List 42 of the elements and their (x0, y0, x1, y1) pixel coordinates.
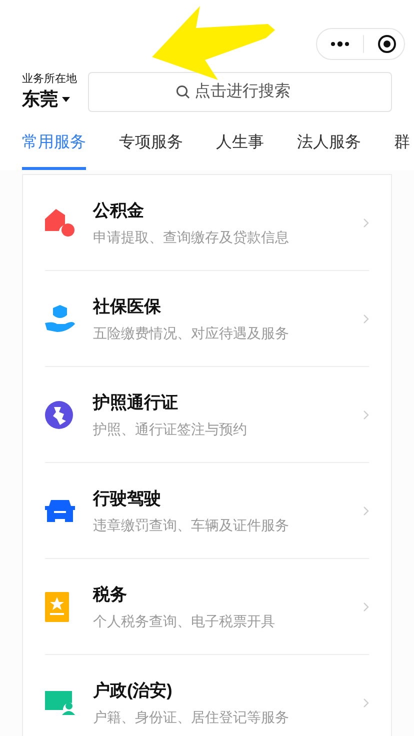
car-icon (45, 498, 75, 524)
chevron-right-icon (363, 410, 369, 420)
service-item[interactable]: 护照通行证 护照、通行证签注与预约 (45, 367, 369, 463)
category-tab[interactable]: 常用服务 (22, 131, 86, 170)
category-tab[interactable]: 专项服务 (119, 131, 183, 170)
service-description: 护照、通行证签注与预约 (93, 420, 248, 438)
more-icon[interactable] (330, 41, 350, 47)
category-tab[interactable]: 人生事 (216, 131, 264, 170)
search-icon (176, 85, 190, 99)
chevron-right-icon (363, 218, 369, 228)
chevron-right-icon (363, 602, 369, 612)
service-item[interactable]: 公积金 申请提取、查询缴存及贷款信息 (45, 175, 369, 271)
city-selector[interactable]: 东莞 (22, 86, 78, 112)
service-title: 公积金 (93, 200, 145, 222)
service-item[interactable]: 户政(治安) 户籍、身份证、居住登记等服务 (45, 655, 369, 736)
service-description: 五险缴费情况、对应待遇及服务 (93, 324, 290, 342)
category-tab[interactable]: 法人服务 (297, 131, 361, 170)
service-title: 户政(治安) (93, 680, 174, 702)
service-item[interactable]: 税务 个人税务查询、电子税票开具 (45, 559, 369, 655)
service-title: 行驶驾驶 (93, 488, 162, 510)
chevron-right-icon (363, 698, 369, 708)
close-target-icon[interactable] (377, 34, 397, 54)
chevron-right-icon (363, 314, 369, 324)
house-icon (45, 208, 75, 236)
service-title: 社保医保 (93, 296, 162, 318)
service-description: 个人税务查询、电子税票开具 (93, 612, 276, 630)
service-title: 护照通行证 (93, 392, 179, 414)
service-item[interactable]: 社保医保 五险缴费情况、对应待遇及服务 (45, 271, 369, 367)
service-description: 申请提取、查询缴存及贷款信息 (93, 228, 290, 246)
service-description: 户籍、身份证、居住登记等服务 (93, 708, 290, 726)
person-hand-icon (45, 304, 75, 332)
location-label: 业务所在地 (22, 72, 78, 86)
globe-icon (45, 400, 73, 428)
id-card-icon (45, 691, 75, 715)
chevron-right-icon (363, 506, 369, 516)
category-tab[interactable]: 群 (394, 131, 410, 170)
caret-down-icon (62, 96, 70, 102)
star-document-icon (45, 592, 69, 622)
service-description: 违章缴罚查询、车辆及证件服务 (93, 516, 290, 534)
service-title: 税务 (93, 584, 128, 606)
search-field[interactable]: 点击进行搜索 (194, 80, 304, 104)
service-item[interactable]: 行驶驾驶 违章缴罚查询、车辆及证件服务 (45, 463, 369, 559)
